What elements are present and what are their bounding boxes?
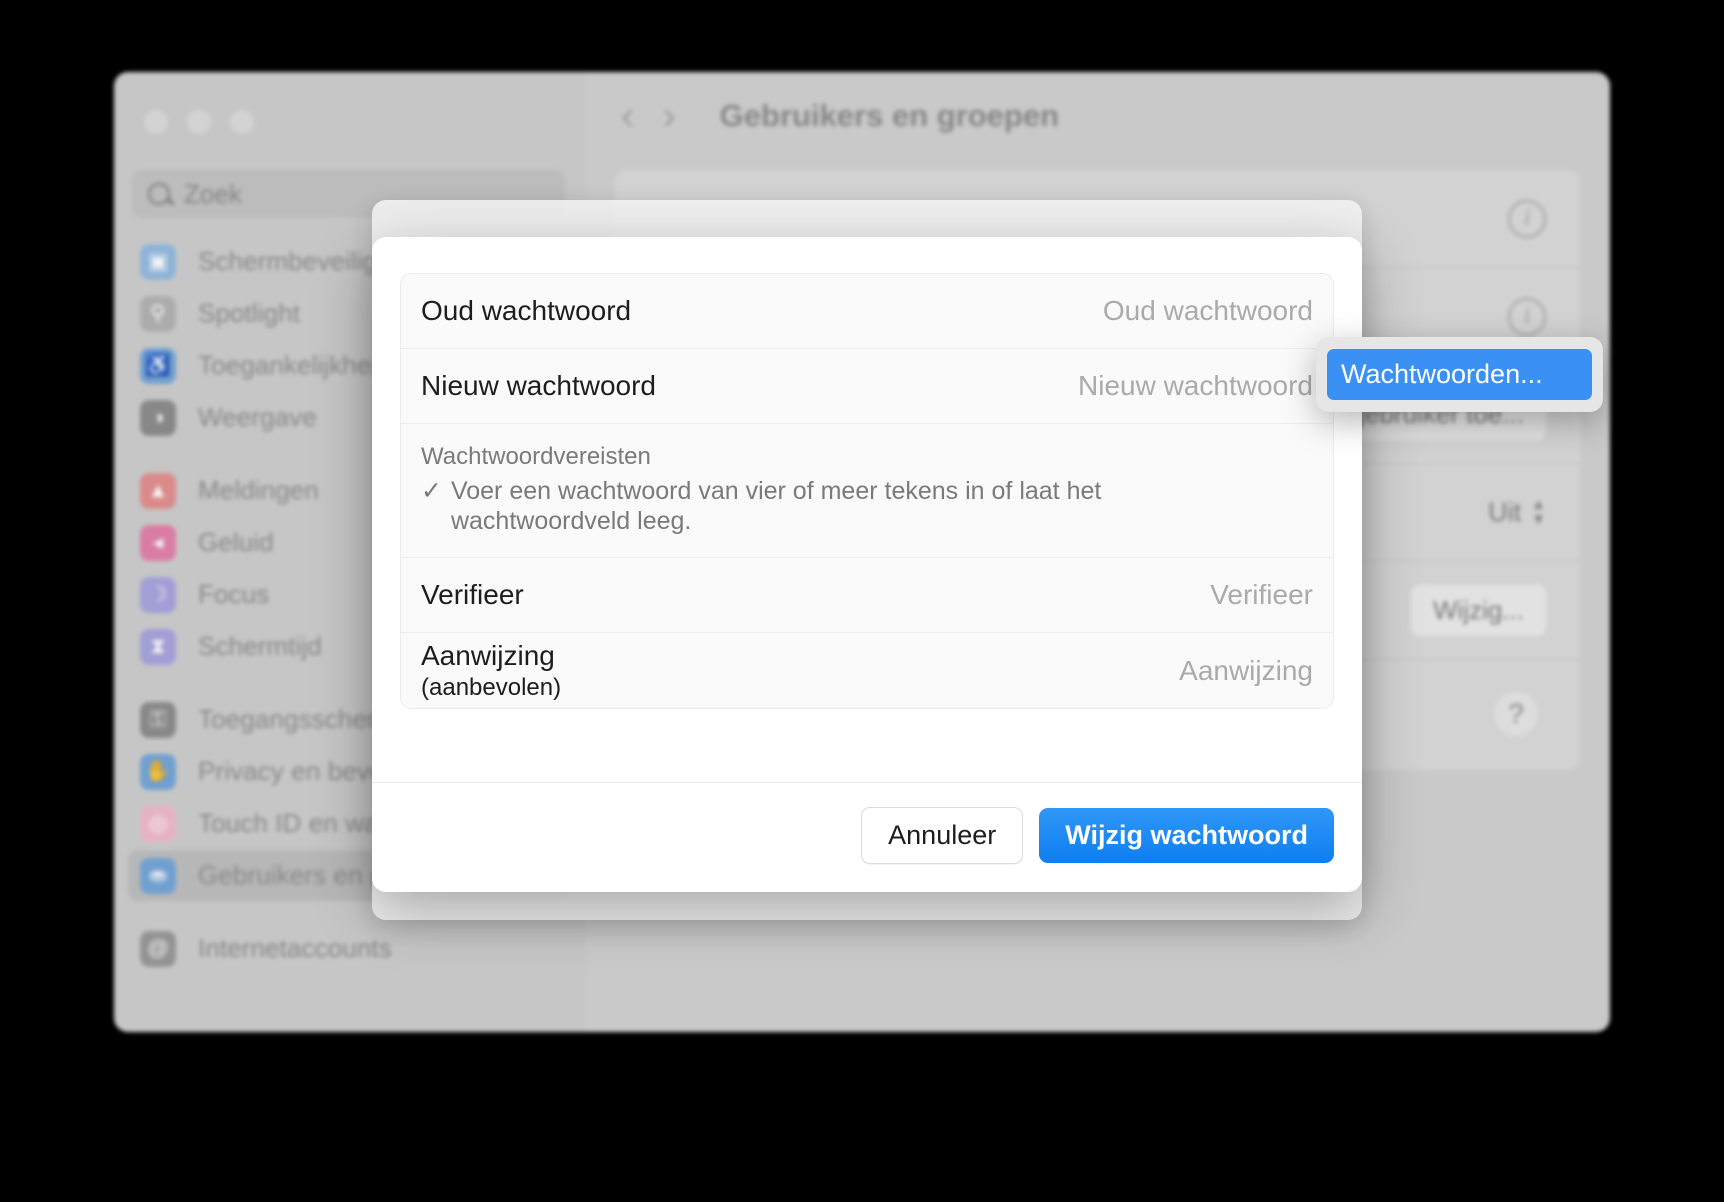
sidebar-item-label: Spotlight [198, 298, 301, 328]
chevron-left-icon[interactable]: ‹ [621, 96, 634, 136]
chevron-right-icon[interactable]: › [662, 96, 675, 136]
sidebar-item-label: Meldingen [198, 475, 319, 505]
users-groups-icon: ⛂ [140, 857, 176, 894]
menu-item-passwords[interactable]: Wachtwoorden... [1327, 349, 1592, 400]
focus-icon: ☽ [140, 576, 176, 613]
sidebar-item-label: Schermtijd [198, 631, 322, 661]
new-password-label: Nieuw wachtwoord [421, 370, 656, 401]
old-password-label: Oud wachtwoord [421, 295, 632, 326]
page-title: Gebruikers en groepen [719, 98, 1060, 133]
sidebar-item-label: Focus [198, 579, 270, 609]
search-placeholder: Zoek [184, 178, 242, 209]
info-icon[interactable]: i [1508, 199, 1546, 238]
passwords-popover: Wachtwoorden... [1316, 337, 1603, 412]
search-icon [148, 183, 170, 205]
sidebar-item-label: Internetaccounts [198, 933, 392, 963]
close-button[interactable] [144, 110, 168, 134]
traffic-lights [114, 72, 585, 134]
change-password-sheet: Oud wachtwoord Oud wachtwoord Nieuw wach… [372, 237, 1362, 892]
automatic-login-value[interactable]: Uit [1488, 497, 1521, 528]
change-button[interactable]: Wijzig... [1411, 585, 1546, 636]
change-password-button[interactable]: Wijzig wachtwoord [1039, 808, 1334, 863]
screensaver-icon: ▣ [140, 243, 176, 280]
sheet-footer: Annuleer Wijzig wachtwoord [372, 782, 1362, 892]
display-icon: ◑ [140, 399, 176, 436]
sidebar-item-label: Toegankelijkheid [198, 350, 392, 380]
content-header: ‹ › Gebruikers en groepen [585, 72, 1610, 160]
accessibility-icon: ♿ [140, 347, 176, 384]
zoom-button[interactable] [230, 110, 254, 134]
screen-root: Zoek ▣ Schermbeveiliging ⚲ Spotlight ♿ Toegan… [0, 0, 1724, 1202]
privacy-icon: ✋ [140, 753, 176, 790]
sidebar-item-label: Geluid [198, 527, 274, 557]
password-form: Oud wachtwoord Oud wachtwoord Nieuw wach… [400, 273, 1334, 709]
old-password-input[interactable]: Oud wachtwoord [1103, 295, 1313, 327]
old-password-row[interactable]: Oud wachtwoord Oud wachtwoord [401, 274, 1333, 349]
touch-id-icon: ◎ [140, 805, 176, 842]
verify-password-input[interactable]: Verifieer [1210, 579, 1313, 611]
notifications-icon: ▲ [140, 472, 176, 509]
hint-sublabel: (aanbevolen) [421, 673, 562, 701]
checkmark-icon: ✓ [421, 477, 442, 505]
new-password-input[interactable]: Nieuw wachtwoord [1078, 370, 1313, 402]
verify-password-row[interactable]: Verifieer Verifieer [401, 558, 1333, 633]
cancel-button[interactable]: Annuleer [861, 807, 1024, 864]
hint-input[interactable]: Aanwijzing [1179, 655, 1313, 687]
sidebar-item-label: Weergave [198, 402, 317, 432]
info-icon[interactable]: i [1508, 297, 1546, 336]
minimize-button[interactable] [187, 110, 211, 134]
verify-password-label: Verifieer [421, 579, 524, 610]
chevron-up-down-icon[interactable]: ▲ ▼ [1531, 497, 1546, 527]
password-requirements: Wachtwoordvereisten ✓ Voer een wachtwoor… [401, 424, 1333, 558]
hint-label-group: Aanwijzing (aanbevolen) [421, 640, 561, 702]
screentime-icon: ⧗ [140, 628, 176, 665]
password-requirements-text: Voer een wachtwoord van vier of meer tek… [450, 477, 1102, 535]
sidebar-item-label: Toegangsscherm [198, 704, 398, 734]
lock-screen-icon: ⚿ [140, 701, 176, 738]
help-button[interactable]: ? [1494, 692, 1538, 736]
hint-label: Aanwijzing [421, 639, 555, 671]
sidebar-item-internetaccounts[interactable]: @ Internetaccounts [128, 923, 571, 974]
hint-row[interactable]: Aanwijzing (aanbevolen) Aanwijzing [401, 633, 1333, 708]
spotlight-icon: ⚲ [140, 295, 176, 332]
new-password-row[interactable]: Nieuw wachtwoord Nieuw wachtwoord [401, 349, 1333, 424]
password-requirements-body: ✓ Voer een wachtwoord van vier of meer t… [421, 477, 1313, 536]
sound-icon: ◂ [140, 524, 176, 561]
password-requirements-title: Wachtwoordvereisten [421, 443, 651, 470]
internet-accounts-icon: @ [140, 930, 176, 967]
